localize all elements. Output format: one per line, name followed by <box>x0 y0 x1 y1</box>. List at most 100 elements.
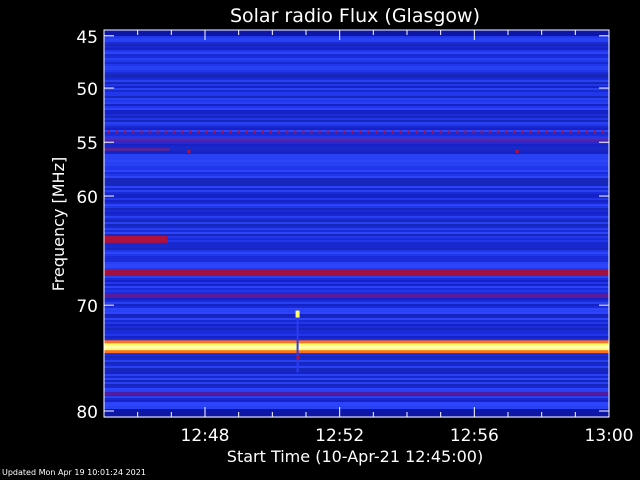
heatmap-channel <box>104 106 609 108</box>
heatmap-channel <box>104 398 609 400</box>
heatmap-channel <box>104 202 609 204</box>
heatmap-channel <box>104 92 609 94</box>
heatmap-channel <box>104 388 609 390</box>
heatmap-channel <box>104 238 609 240</box>
heatmap-channel <box>104 364 609 366</box>
heatmap-channel <box>104 400 609 402</box>
dotted-band-mark <box>415 130 418 134</box>
heatmap-channel <box>104 292 609 294</box>
y-tick-label: 60 <box>76 188 98 208</box>
heatmap-channel <box>104 88 609 90</box>
heatmap-channel <box>104 406 609 408</box>
dotted-band-mark <box>229 130 232 134</box>
x-tick-label: 12:52 <box>315 426 364 446</box>
dotted-band-mark <box>448 130 451 134</box>
dotted-band-mark <box>359 130 362 134</box>
heatmap-channel <box>104 108 609 110</box>
heatmap-channel <box>104 174 609 176</box>
heatmap-channel <box>104 338 609 340</box>
heatmap-channel <box>104 46 609 48</box>
y-axis-label: Frequency [MHz] <box>49 157 68 291</box>
heatmap-channel <box>104 380 609 382</box>
y-tick-label: 45 <box>76 28 98 48</box>
heatmap-channel <box>104 284 609 286</box>
heatmap-channel <box>104 168 609 170</box>
dotted-band-mark <box>270 130 272 134</box>
dotted-band-mark <box>602 130 605 134</box>
heatmap-channel <box>104 402 609 404</box>
heatmap-channel <box>104 144 609 146</box>
dotted-band-mark <box>432 130 434 134</box>
heatmap-channel <box>104 226 609 228</box>
heatmap-channel <box>104 312 609 314</box>
heatmap-channel <box>104 244 609 246</box>
dotted-band-mark <box>213 130 216 134</box>
heatmap-channel <box>104 382 609 384</box>
heatmap-channel <box>104 212 609 214</box>
dotted-band-mark <box>116 130 119 134</box>
dotted-band-mark <box>375 130 378 134</box>
heatmap-channel <box>104 210 609 212</box>
heatmap-channel <box>104 130 609 132</box>
heatmap-channel <box>104 126 609 128</box>
heatmap-channel <box>104 372 609 374</box>
dotted-band-line <box>104 138 609 141</box>
heatmap-channel <box>104 52 609 54</box>
burst-hotspot <box>295 310 300 318</box>
dotted-band-mark <box>537 130 540 134</box>
heatmap-channel <box>104 302 609 304</box>
y-tick-label: 70 <box>76 297 98 317</box>
heatmap-channel <box>104 102 609 104</box>
heatmap-channel <box>104 114 609 116</box>
heatmap-channel <box>104 280 609 282</box>
heatmap-channel <box>104 256 609 258</box>
heatmap-channel <box>104 132 609 134</box>
heatmap-channel <box>104 64 609 66</box>
heatmap-channel <box>104 370 609 372</box>
heatmap-channel <box>104 276 609 278</box>
heatmap-channel <box>104 56 609 58</box>
dotted-band-mark <box>488 130 491 134</box>
heatmap-channel <box>104 250 609 252</box>
heatmap-bottom-edge <box>104 409 609 417</box>
emission-band <box>104 269 609 276</box>
heatmap-channel <box>104 192 609 194</box>
heatmap-channel <box>104 164 609 166</box>
heatmap-channel <box>104 334 609 336</box>
heatmap-channel <box>104 176 609 178</box>
heatmap-channel <box>104 358 609 360</box>
dotted-band-mark <box>326 130 329 134</box>
heatmap-channel <box>104 122 609 124</box>
heatmap-channel <box>104 396 609 398</box>
dotted-band-mark <box>221 130 224 134</box>
heatmap-channel <box>104 262 609 264</box>
heatmap-channel <box>104 354 609 356</box>
heatmap-channel <box>104 308 609 310</box>
dotted-band-mark <box>164 130 167 134</box>
heatmap-channel <box>104 298 609 300</box>
dotted-band-mark <box>197 130 200 134</box>
heatmap-channel <box>104 304 609 306</box>
dotted-band-mark <box>334 130 337 134</box>
heatmap-channel <box>104 62 609 64</box>
heatmap-channel <box>104 196 609 198</box>
heatmap-channel <box>104 390 609 392</box>
heatmap-channel <box>104 222 609 224</box>
heatmap-channel <box>104 110 609 112</box>
dotted-band-mark <box>140 130 143 134</box>
heatmap-channel <box>104 80 609 82</box>
spectrogram-heatmap <box>104 30 609 418</box>
dotted-band-mark <box>318 130 321 134</box>
heatmap-channel <box>104 204 609 206</box>
x-tick-label: 12:56 <box>450 426 499 446</box>
x-axis-label: Start Time (10-Apr-21 12:45:00) <box>227 447 483 466</box>
heatmap-channel <box>104 316 609 318</box>
dotted-band-mark <box>310 130 313 134</box>
heatmap-channel <box>104 100 609 102</box>
heatmap-channel <box>104 82 609 84</box>
heatmap-channel <box>104 40 609 42</box>
heatmap-channel <box>104 366 609 368</box>
heatmap-channel <box>104 306 609 308</box>
heatmap-channel <box>104 236 609 238</box>
dotted-band-mark <box>278 130 281 134</box>
